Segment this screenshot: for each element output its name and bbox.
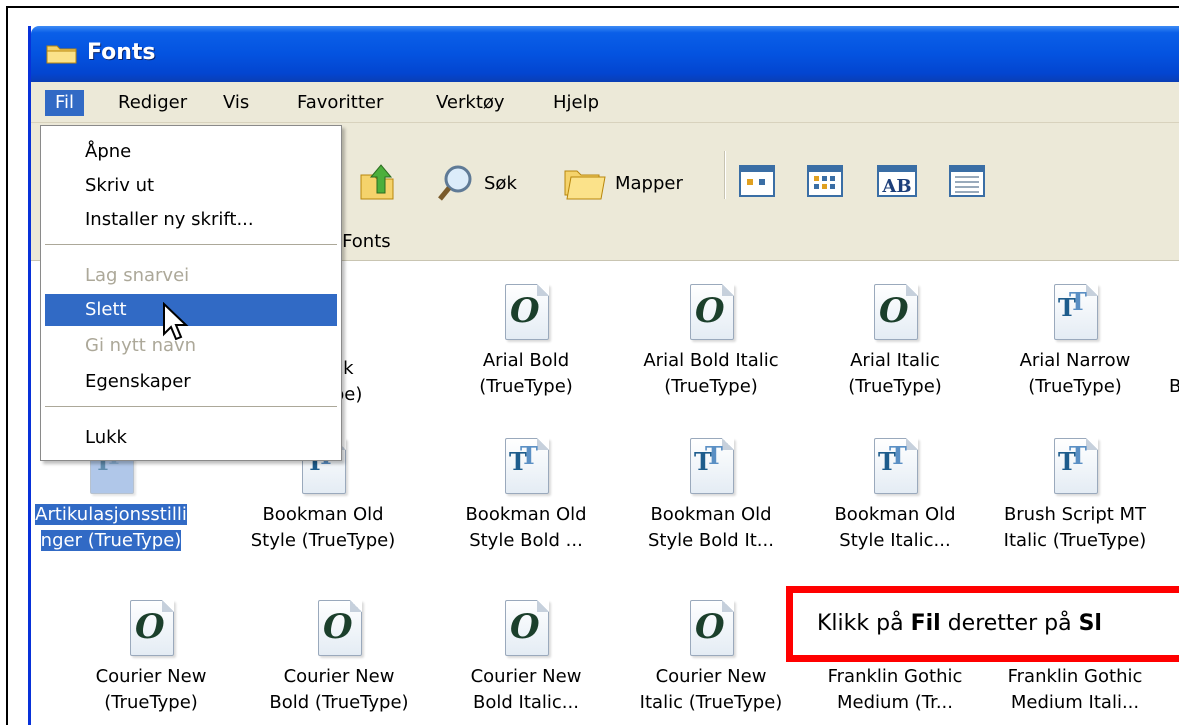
- font-label: (TrueType): [848, 376, 942, 397]
- view-details-icon[interactable]: [949, 165, 985, 197]
- font-label: B: [1169, 376, 1179, 397]
- font-item[interactable]: TT Brush Script MT Italic (TrueType): [985, 438, 1165, 554]
- font-label: (TrueType): [479, 376, 573, 397]
- font-label: Franklin Gothic: [1007, 666, 1143, 687]
- font-label: (TrueType): [1028, 376, 1122, 397]
- font-label: Artikulasjonsstilli: [35, 504, 187, 525]
- font-item[interactable]: TT Arial Narrow (TrueType): [985, 284, 1165, 400]
- truetype-icon: TT: [501, 438, 551, 496]
- svg-text:AB: AB: [881, 176, 911, 197]
- font-item[interactable]: O Courier New Bold Italic...: [436, 600, 616, 716]
- view-tiles-icon[interactable]: [739, 165, 775, 197]
- font-label: Bookman Old: [262, 504, 384, 525]
- font-label: Bookman Old: [650, 504, 772, 525]
- font-item[interactable]: O Courier New (TrueType): [61, 600, 241, 716]
- font-label: Style Bold ...: [469, 530, 583, 551]
- folders-button[interactable]: Mapper: [561, 163, 683, 203]
- file-menu-dropdown: Åpne Skriv ut Installer ny skrift... Lag…: [40, 125, 342, 461]
- instruction-callout: Klikk på Fil deretter på Sl: [786, 586, 1179, 662]
- font-label: Bold Italic...: [473, 692, 579, 713]
- title-bar[interactable]: Fonts: [31, 26, 1179, 82]
- font-label: Italic (TrueType): [1003, 530, 1147, 551]
- font-label: Arial Bold Italic: [643, 350, 779, 371]
- window-title: Fonts: [87, 40, 156, 65]
- font-label: Courier New: [283, 666, 395, 687]
- menu-print[interactable]: Skriv ut: [45, 170, 337, 202]
- font-label: Style Italic...: [839, 530, 951, 551]
- font-label: (TrueType): [104, 692, 198, 713]
- font-item[interactable]: TT Bookman Old Style Italic...: [805, 438, 985, 554]
- menu-fil[interactable]: Fil: [45, 90, 85, 116]
- opentype-icon: O: [501, 600, 551, 658]
- search-icon: [438, 165, 472, 201]
- callout-text: Klikk på: [817, 611, 911, 636]
- font-label: Medium (Tr...: [837, 692, 953, 713]
- font-label: Arial Narrow: [1019, 350, 1131, 371]
- font-label: Bold (TrueType): [269, 692, 409, 713]
- menu-hjelp[interactable]: Hjelp: [543, 90, 609, 116]
- font-label: Franklin Gothic: [827, 666, 963, 687]
- font-label: Style Bold It...: [648, 530, 774, 551]
- opentype-icon: O: [126, 600, 176, 658]
- opentype-icon: O: [501, 284, 551, 342]
- font-label: Courier New: [95, 666, 207, 687]
- folders-icon: [564, 170, 606, 200]
- menu-open[interactable]: Åpne: [45, 136, 337, 168]
- font-item[interactable]: B: [1169, 284, 1179, 400]
- font-item[interactable]: O Arial Bold Italic (TrueType): [621, 284, 801, 400]
- font-label: Bookman Old: [465, 504, 587, 525]
- menu-install-font[interactable]: Installer ny skrift...: [45, 204, 337, 236]
- callout-bold-file: Fil: [910, 611, 941, 636]
- font-label: Courier New: [655, 666, 767, 687]
- font-label: Courier New: [470, 666, 582, 687]
- truetype-icon: TT: [686, 438, 736, 496]
- mouse-cursor-icon: [163, 302, 189, 341]
- font-item[interactable]: TT Bookman Old Style Bold It...: [621, 438, 801, 554]
- menu-favoritter[interactable]: Favoritter: [287, 90, 393, 116]
- menu-verktoy[interactable]: Verktøy: [426, 90, 515, 116]
- folder-icon: [46, 45, 77, 64]
- font-label: Arial Bold: [482, 350, 570, 371]
- truetype-icon: TT: [1050, 438, 1100, 496]
- font-label: nger (TrueType): [40, 530, 182, 551]
- opentype-icon: O: [686, 284, 736, 342]
- menu-bar: Fil Rediger Vis Favoritter Verktøy Hjelp: [31, 82, 1179, 123]
- font-label: Arial Italic: [850, 350, 940, 371]
- font-label: Medium Itali...: [1010, 692, 1140, 713]
- font-item[interactable]: O Courier New Bold (TrueType): [249, 600, 429, 716]
- font-item[interactable]: O Arial Italic (TrueType): [805, 284, 985, 400]
- menu-separator: [45, 406, 337, 407]
- view-icons-icon[interactable]: [807, 165, 843, 197]
- font-label: Bookman Old: [834, 504, 956, 525]
- font-label: (TrueType): [664, 376, 758, 397]
- search-button[interactable]: Søk: [436, 163, 517, 203]
- opentype-icon: O: [686, 600, 736, 658]
- view-font-similarity-icon[interactable]: AB: [877, 165, 917, 197]
- opentype-icon: O: [870, 284, 920, 342]
- menu-create-shortcut[interactable]: Lag snarvei: [45, 260, 337, 292]
- folders-label: Mapper: [615, 172, 683, 194]
- menu-vis[interactable]: Vis: [213, 90, 259, 116]
- truetype-icon: TT: [870, 438, 920, 496]
- font-label: Brush Script MT: [1003, 504, 1147, 525]
- callout-bold-delete: Sl: [1078, 611, 1102, 636]
- callout-text: deretter på: [940, 611, 1079, 636]
- menu-separator: [45, 244, 337, 245]
- truetype-icon: TT: [1050, 284, 1100, 342]
- font-item[interactable]: TT Bookman Old Style Bold ...: [436, 438, 616, 554]
- search-label: Søk: [484, 172, 517, 194]
- font-item[interactable]: O Courier New Italic (TrueType): [621, 600, 801, 716]
- font-label: Style (TrueType): [250, 530, 396, 551]
- address-path: \Fonts: [336, 231, 391, 252]
- font-label: Italic (TrueType): [639, 692, 783, 713]
- opentype-icon: O: [314, 600, 364, 658]
- menu-properties[interactable]: Egenskaper: [45, 366, 337, 398]
- up-folder-icon[interactable]: [357, 159, 397, 203]
- font-item[interactable]: O Arial Bold (TrueType): [436, 284, 616, 400]
- menu-close[interactable]: Lukk: [45, 422, 337, 454]
- menu-rediger[interactable]: Rediger: [108, 90, 197, 116]
